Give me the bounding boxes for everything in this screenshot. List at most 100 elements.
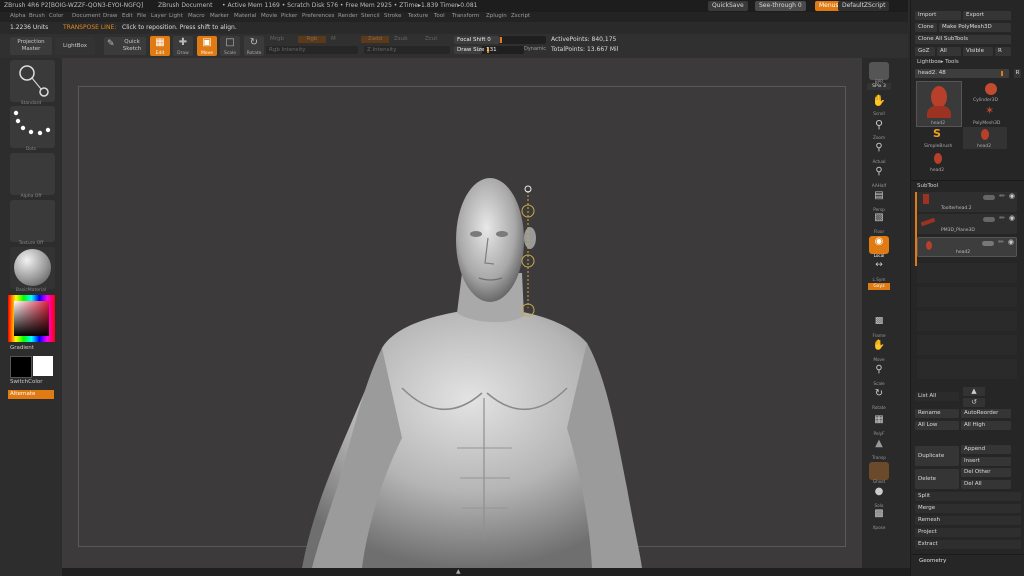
subtool-item[interactable]: Toolterhead.2 ✏ ◉ [917, 192, 1017, 212]
primary-color-swatch[interactable] [10, 356, 32, 378]
clone-all-subtools-button[interactable]: Clone All SubTools [915, 35, 1011, 44]
move-view-button[interactable]: ✋ Move [869, 340, 889, 362]
menu-zscript[interactable]: Zscript [511, 13, 530, 19]
menu-brush[interactable]: Brush [29, 13, 45, 19]
menu-layer[interactable]: Layer [151, 13, 166, 19]
del-other-button[interactable]: Del Other [961, 468, 1011, 477]
quicksave-button[interactable]: QuickSave [708, 1, 748, 11]
tool-thumb-simplebrush[interactable]: S SimpleBrush [916, 127, 960, 149]
subtool-toggle[interactable] [982, 241, 994, 246]
menu-preferences[interactable]: Preferences [302, 13, 334, 19]
rgb-button[interactable]: Rgb [298, 36, 326, 43]
menu-movie[interactable]: Movie [261, 13, 277, 19]
lightbox-tools-button[interactable]: Lightbox▸ Tools [917, 59, 959, 65]
tool-thumb-polymesh3d[interactable]: ✶ PolyMesh3D [969, 104, 1013, 126]
subtool-header[interactable]: SubTool [917, 183, 938, 189]
list-all-button[interactable]: List All [915, 392, 959, 401]
all-high-button[interactable]: All High [961, 421, 1011, 430]
brush-edit-icon[interactable]: ✏ [999, 214, 1005, 222]
subtool-toggle[interactable] [983, 217, 995, 222]
split-section[interactable]: Split [915, 492, 1021, 501]
arrow-swap-button[interactable]: ↺ [963, 398, 985, 407]
color-picker-square[interactable] [14, 301, 49, 336]
tool-thumb-head2-b[interactable]: head2 [963, 127, 1007, 149]
persp-button[interactable]: ▤ Persp [869, 190, 889, 212]
m-button[interactable]: M [331, 36, 336, 42]
rotate-view-button[interactable]: ↻ Rotate [869, 388, 889, 410]
switchcolor-button[interactable]: SwitchColor [10, 379, 43, 385]
solo-button[interactable]: ● Solo [869, 486, 889, 508]
mrgb-button[interactable]: Mrgb [270, 36, 284, 42]
brush-edit-icon[interactable]: ✏ [998, 238, 1004, 246]
spix-slider[interactable]: SPix 3 [867, 83, 891, 90]
subtool-item-selected[interactable]: head2 ✏ ◉ [917, 237, 1017, 257]
r-button[interactable]: R [995, 47, 1011, 56]
tool-r-button[interactable]: R [1014, 69, 1021, 78]
gradient-label[interactable]: Gradient [10, 345, 34, 351]
aahalf-button[interactable]: ⚲ AAHalf [869, 166, 889, 188]
menu-alpha[interactable]: Alpha [10, 13, 26, 19]
import-button[interactable]: Import [915, 11, 961, 20]
make-polymesh-button[interactable]: Make PolyMesh3D [939, 23, 1011, 32]
sculpt-model[interactable] [62, 58, 862, 568]
stroke-thumbnail[interactable] [10, 106, 55, 148]
scale-button[interactable]: □ Scale [220, 36, 240, 56]
default-zscript-button[interactable]: DefaultZScript [838, 1, 890, 11]
all-button[interactable]: All [937, 47, 961, 56]
zsub-button[interactable]: Zsub [394, 36, 408, 42]
texture-thumbnail[interactable] [10, 200, 55, 242]
insert-button[interactable]: Insert [961, 457, 1011, 466]
material-thumbnail[interactable] [10, 247, 55, 289]
edit-button[interactable]: ▦ Edit [150, 36, 170, 56]
eye-icon[interactable]: ◉ [1009, 192, 1015, 200]
zoom-button[interactable]: ⚲ Zoom [869, 118, 889, 140]
alpha-thumbnail[interactable] [10, 153, 55, 195]
delete-button[interactable]: Delete [915, 469, 959, 489]
projection-master-button[interactable]: Projection Master [10, 37, 52, 55]
current-tool-slider[interactable]: head2. 48 [915, 69, 1009, 78]
menu-stencil[interactable]: Stencil [361, 13, 380, 19]
del-all-button[interactable]: Del All [961, 480, 1011, 489]
draw-button[interactable]: ✚ Draw [173, 36, 193, 56]
menu-light[interactable]: Light [169, 13, 183, 19]
tool-thumb-head2[interactable]: head2 [916, 81, 962, 127]
merge-section[interactable]: Merge [915, 504, 1021, 513]
local-button[interactable]: ◉ Local [869, 236, 889, 258]
menu-picker[interactable]: Picker [281, 13, 297, 19]
autoreorder-button[interactable]: AutoReorder [961, 409, 1011, 418]
alternate-button[interactable]: Alternate [8, 390, 54, 399]
arrow-up-button[interactable]: ▲ [963, 387, 985, 396]
menu-file[interactable]: File [137, 13, 146, 19]
extract-section[interactable]: Extract [915, 540, 1021, 549]
rename-button[interactable]: Rename [915, 409, 959, 418]
all-low-button[interactable]: All Low [915, 421, 959, 430]
menu-tool[interactable]: Tool [434, 13, 445, 19]
quick-sketch-button[interactable]: ✎ Quick Sketch [104, 37, 146, 55]
menu-zplugin[interactable]: Zplugin [486, 13, 507, 19]
lsym-button[interactable]: ↔ L.Sym [869, 260, 889, 282]
draw-size-slider[interactable]: Draw Size 131 [454, 46, 524, 54]
bottom-shelf-toggle-icon[interactable]: ▲ [456, 568, 461, 575]
eye-icon[interactable]: ◉ [1009, 214, 1015, 222]
transp-button[interactable]: ▲ Transp [869, 438, 889, 460]
export-button[interactable]: Export [963, 11, 1011, 20]
floor-button[interactable]: ▧ Floor [869, 212, 889, 234]
menu-marker[interactable]: Marker [210, 13, 229, 19]
scroll-button[interactable]: ✋ Scroll [869, 94, 889, 116]
subtool-toggle[interactable] [983, 195, 995, 200]
see-through-slider[interactable]: See-through 0 [755, 1, 806, 11]
goz-button[interactable]: GoZ [915, 47, 935, 56]
project-section[interactable]: Project [915, 528, 1021, 537]
subtool-item[interactable]: PM3D_Plane3D ✏ ◉ [917, 214, 1017, 234]
menu-material[interactable]: Material [234, 13, 256, 19]
duplicate-button[interactable]: Duplicate [915, 446, 959, 466]
menu-transform[interactable]: Transform [452, 13, 479, 19]
brush-thumbnail[interactable] [10, 60, 55, 102]
bpr-button[interactable]: BPR [869, 62, 889, 84]
menu-draw[interactable]: Draw [103, 13, 117, 19]
polyf-button[interactable]: ▦ PolyF [869, 414, 889, 436]
eye-icon[interactable]: ◉ [1008, 238, 1014, 246]
xpose-button[interactable]: ▩ Xpose [869, 508, 889, 530]
clone-button[interactable]: Clone [915, 23, 937, 32]
menu-edit[interactable]: Edit [122, 13, 133, 19]
